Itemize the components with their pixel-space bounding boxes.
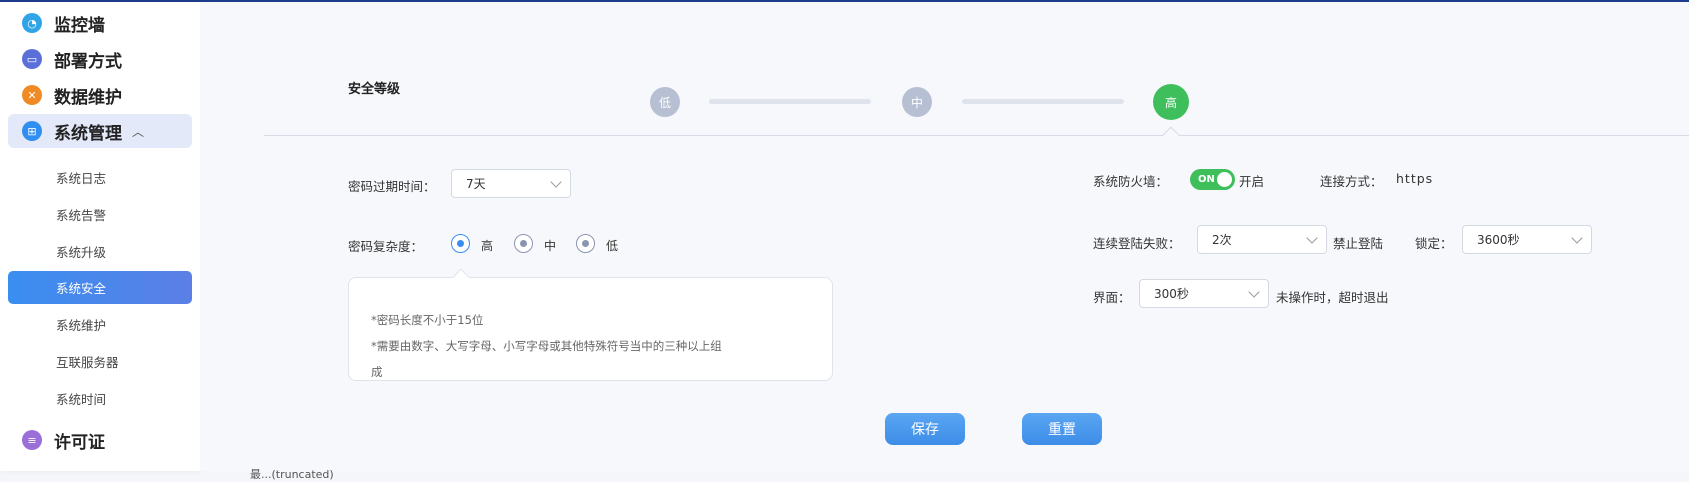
level-track-mid-high — [962, 99, 1124, 104]
firewall-toggle-text: ON — [1198, 174, 1215, 185]
tip-line: 成 — [371, 365, 383, 379]
firewall-label: 系统防火墙： — [1093, 174, 1169, 189]
sidebar-item-monitor-wall[interactable]: ◔ 监控墙 — [8, 6, 192, 40]
save-button[interactable]: 保存 — [885, 413, 965, 445]
ui-timeout-select[interactable]: 300秒 — [1139, 279, 1269, 308]
sidebar-subitem-label: 系统升级 — [56, 245, 107, 260]
tools-icon: ✕ — [22, 85, 42, 105]
sidebar: ◔ 监控墙 ▭ 部署方式 ✕ 数据维护 ⊞ 系统管理 ︿ 系统日志 系统告警 系… — [0, 2, 200, 471]
lock-duration-value: 3600秒 — [1477, 233, 1520, 247]
sidebar-item-label: 数据维护 — [54, 87, 122, 108]
chevron-down-icon — [1306, 232, 1318, 244]
sidebar-subitem-system-time[interactable]: 系统时间 — [8, 382, 192, 415]
level-step-high[interactable]: 高 — [1153, 84, 1189, 120]
sidebar-subitem-label: 系统时间 — [56, 392, 107, 407]
complexity-radio-high[interactable] — [451, 234, 470, 253]
license-icon: ≡ — [22, 430, 42, 450]
connect-mode-value: https — [1396, 171, 1434, 186]
level-step-low[interactable]: 低 — [650, 87, 680, 117]
monitor-icon: ▭ — [22, 49, 42, 69]
section-divider — [264, 135, 1689, 136]
sidebar-item-data-maintenance[interactable]: ✕ 数据维护 — [8, 78, 192, 112]
complexity-radio-mid-label: 中 — [544, 239, 557, 253]
windows-icon: ⊞ — [22, 121, 42, 141]
sidebar-subitem-system-upgrade[interactable]: 系统升级 — [8, 235, 192, 268]
login-fail-action: 禁止登陆 — [1333, 236, 1384, 251]
sidebar-subitem-system-security[interactable]: 系统安全 — [8, 271, 192, 304]
sidebar-item-label: 监控墙 — [54, 15, 105, 36]
sidebar-subitem-interconnect-server[interactable]: 互联服务器 — [8, 345, 192, 378]
login-fail-label: 连续登陆失败： — [1093, 236, 1181, 251]
level-step-mid[interactable]: 中 — [902, 87, 932, 117]
toggle-knob — [1217, 172, 1232, 187]
firewall-state: 开启 — [1239, 174, 1265, 189]
password-tip-box: *密码长度不小于15位 *需要由数字、大写字母、小写字母或其他特殊符号当中的三种… — [348, 277, 833, 381]
password-expire-value: 7天 — [466, 177, 486, 191]
chevron-down-icon — [550, 176, 562, 188]
footnote-text: 最...(truncated) — [250, 468, 334, 481]
sidebar-item-label: 部署方式 — [54, 51, 122, 72]
chevron-down-icon — [1571, 232, 1583, 244]
sidebar-subitem-system-log[interactable]: 系统日志 — [8, 161, 192, 194]
reset-button[interactable]: 重置 — [1022, 413, 1102, 445]
sidebar-subitem-label: 系统日志 — [56, 171, 107, 186]
sidebar-subitem-label: 系统维护 — [56, 318, 107, 333]
firewall-toggle[interactable]: ON — [1190, 169, 1235, 190]
password-expire-select[interactable]: 7天 — [451, 169, 571, 198]
login-fail-count-value: 2次 — [1212, 233, 1232, 247]
sidebar-item-license[interactable]: ≡ 许可证 — [8, 423, 192, 457]
lock-label: 锁定： — [1415, 236, 1453, 251]
sidebar-item-system-management[interactable]: ⊞ 系统管理 ︿ — [8, 114, 192, 148]
sidebar-subitem-system-alarm[interactable]: 系统告警 — [8, 198, 192, 231]
ui-timeout-label: 界面： — [1093, 290, 1131, 305]
sidebar-subitem-label: 系统告警 — [56, 208, 107, 223]
sidebar-item-deployment[interactable]: ▭ 部署方式 — [8, 42, 192, 76]
sidebar-subitem-label: 互联服务器 — [56, 355, 119, 370]
lock-duration-select[interactable]: 3600秒 — [1462, 225, 1592, 254]
complexity-radio-low-label: 低 — [606, 239, 619, 253]
chevron-up-icon: ︿ — [132, 124, 145, 139]
ui-timeout-suffix: 未操作时，超时退出 — [1276, 290, 1389, 305]
sidebar-subitem-label: 系统安全 — [56, 281, 107, 296]
level-track-low-mid — [709, 99, 871, 104]
password-expire-label: 密码过期时间： — [348, 179, 436, 194]
password-complexity-label: 密码复杂度： — [348, 239, 424, 254]
complexity-radio-low[interactable] — [576, 234, 595, 253]
tip-line: *需要由数字、大写字母、小写字母或其他特殊符号当中的三种以上组 — [371, 339, 722, 353]
sidebar-item-label: 系统管理 — [54, 123, 122, 144]
chevron-down-icon — [1248, 286, 1260, 298]
connect-mode-label: 连接方式： — [1320, 174, 1383, 189]
login-fail-count-select[interactable]: 2次 — [1197, 225, 1327, 254]
complexity-radio-high-label: 高 — [481, 239, 494, 253]
security-level-title: 安全等级 — [348, 82, 401, 97]
sidebar-subitem-system-maintenance[interactable]: 系统维护 — [8, 308, 192, 341]
ui-timeout-value: 300秒 — [1154, 287, 1189, 301]
sidebar-item-label: 许可证 — [54, 432, 105, 453]
tip-line: *密码长度不小于15位 — [371, 313, 484, 327]
dashboard-icon: ◔ — [22, 13, 42, 33]
complexity-radio-mid[interactable] — [514, 234, 533, 253]
